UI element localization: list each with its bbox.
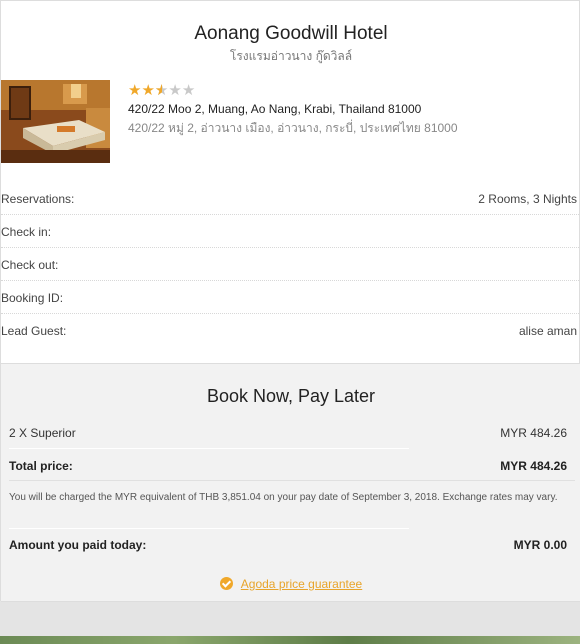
star-rating: ★★★★★★ (128, 82, 195, 99)
lead-guest-row: Lead Guest: alise aman (1, 314, 580, 347)
divider (9, 528, 409, 529)
divider (9, 448, 409, 449)
hotel-name: Aonang Goodwill Hotel (194, 23, 388, 44)
reservations-label: Reservations: (1, 192, 75, 206)
half-star-icon: ★★ (154, 82, 169, 99)
lead-guest-label: Lead Guest: (1, 324, 67, 338)
room-label: 2 X Superior (9, 426, 76, 440)
star-icon: ★ (141, 82, 155, 99)
check-out-row: Check out: (1, 248, 580, 281)
lead-guest-value: alise aman (518, 324, 577, 338)
hotel-address-thai: 420/22 หมู่ 2, อ่าวนาง เมือง, อ่าวนาง, ก… (128, 121, 458, 135)
background-image-strip (0, 636, 580, 644)
check-in-label: Check in: (1, 225, 52, 239)
total-price-label: Total price: (9, 459, 73, 473)
total-price-value: MYR 484.26 (500, 459, 567, 473)
room-price: MYR 484.26 (500, 426, 567, 440)
booking-summary-card: Aonang Goodwill Hotel โรงแรมอ่าวนาง กู๊ด… (0, 0, 580, 602)
booking-id-row: Booking ID: (1, 281, 580, 314)
star-icon: ★ (181, 82, 196, 99)
hotel-address: 420/22 Moo 2, Muang, Ao Nang, Krabi, Tha… (128, 102, 422, 116)
hotel-photo (1, 80, 110, 163)
star-icon: ★ (128, 82, 142, 99)
divider (9, 480, 575, 481)
price-guarantee: Agoda price guarantee (1, 577, 580, 591)
exchange-rate-note: You will be charged the MYR equivalent o… (9, 492, 558, 503)
booking-id-label: Booking ID: (1, 291, 64, 305)
payment-section: Book Now, Pay Later 2 X Superior MYR 484… (1, 363, 580, 602)
paid-today-label: Amount you paid today: (9, 538, 147, 552)
payment-title: Book Now, Pay Later (206, 386, 376, 406)
hotel-name-thai: โรงแรมอ่าวนาง กู๊ดวิลล์ (229, 49, 353, 63)
reservations-row: Reservations: 2 Rooms, 3 Nights (1, 182, 580, 215)
paid-today-value: MYR 0.00 (513, 538, 567, 552)
star-icon: ★ (168, 82, 182, 99)
check-in-row: Check in: (1, 215, 580, 248)
price-guarantee-link[interactable]: Agoda price guarantee (241, 577, 362, 591)
check-out-label: Check out: (1, 258, 59, 272)
reservations-value: 2 Rooms, 3 Nights (478, 192, 577, 206)
check-circle-icon (219, 577, 233, 590)
